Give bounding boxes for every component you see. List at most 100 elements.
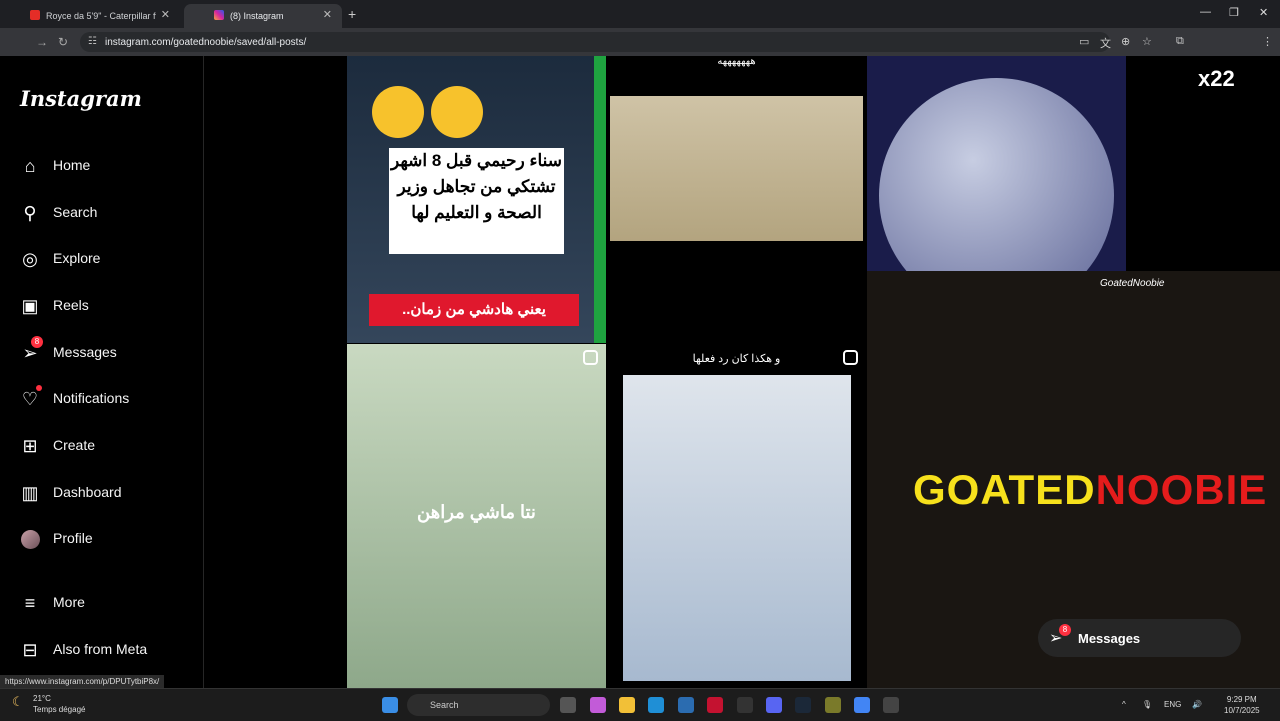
chrome-icon[interactable] (854, 697, 870, 713)
tab-title: Royce da 5'9" - Caterpillar ft. Em (46, 11, 156, 21)
saved-post-4[interactable]: نتا ماشي مراهن (347, 344, 606, 688)
tab-youtube[interactable]: Royce da 5'9" - Caterpillar ft. Em ✕ (0, 4, 180, 28)
close-tab-icon[interactable]: ✕ (323, 8, 332, 21)
discord-icon[interactable] (766, 697, 782, 713)
file-explorer-icon[interactable] (619, 697, 635, 713)
sub-count: x22 (1198, 66, 1235, 91)
nav-messages[interactable]: ➢ 8 Messages (0, 334, 203, 370)
url-text: instagram.com/goatednoobie/saved/all-pos… (105, 37, 307, 48)
reload-icon[interactable]: ↻ (58, 35, 68, 49)
obs-icon[interactable] (737, 697, 753, 713)
edge-icon[interactable] (648, 697, 664, 713)
nav-label: Search (53, 204, 98, 220)
hushed-face-emoji (431, 86, 483, 138)
chart-icon: ▥ (21, 482, 39, 503)
saved-post-1[interactable]: سناء رحيمي قبل 8 اشهر تشتكي من تجاهل وزي… (347, 56, 606, 343)
nav-dashboard[interactable]: ▥ Dashboard (0, 474, 203, 510)
nav-more[interactable]: ≡ More (0, 584, 203, 620)
home-icon: ⌂ (24, 155, 36, 176)
notification-dot (36, 385, 42, 391)
forward-icon[interactable]: → (36, 35, 48, 49)
tab-instagram[interactable]: (8) Instagram ✕ (184, 4, 342, 28)
close-tab-icon[interactable]: ✕ (161, 8, 170, 21)
heart-icon: ♡ (21, 388, 39, 409)
nav-label: Messages (53, 344, 117, 360)
messages-badge: 8 (1059, 624, 1071, 636)
tab-title: (8) Instagram (230, 11, 284, 21)
clock[interactable]: 9:29 PM 10/7/2025 (1224, 694, 1260, 716)
saved-post-5[interactable]: و هكذا كان رد فعلها (607, 344, 866, 688)
nav-home[interactable]: ⌂ Home (0, 147, 203, 183)
nav-label: Also from Meta (53, 641, 148, 657)
reel-icon (843, 350, 858, 365)
browser-tab-bar: Royce da 5'9" - Caterpillar ft. Em ✕ (8)… (0, 0, 1280, 28)
extensions-icon[interactable]: ⧉ (1176, 35, 1184, 48)
messages-badge: 8 (31, 336, 43, 348)
address-bar-row: → ↻ ☷ instagram.com/goatednoobie/saved/a… (0, 28, 1280, 56)
tray-chevron-icon[interactable]: ^ (1122, 700, 1126, 709)
temperature: 21°C (33, 694, 51, 703)
nav-label: Profile (53, 530, 93, 546)
minimize-icon[interactable]: — (1200, 6, 1211, 18)
search-label: Search (430, 700, 459, 710)
globe-thumbnail (879, 78, 1114, 271)
nav-search[interactable]: ⚲ Search (0, 194, 203, 230)
close-window-icon[interactable]: ✕ (1259, 6, 1268, 19)
nav-create[interactable]: ⊞ Create (0, 427, 203, 463)
menu-dots-icon[interactable]: ⋮ (1262, 35, 1273, 48)
instagram-icon (214, 10, 224, 20)
nav-notifications[interactable]: ♡ Notifications (0, 380, 203, 416)
weather-widget[interactable]: ☾ 21°C Temps dégagé (12, 694, 85, 714)
date: 10/7/2025 (1224, 706, 1260, 715)
instagram-sidebar: Instagram ⌂ Home ⚲ Search ◎ Explore ▣ Re… (0, 56, 204, 688)
microphone-icon[interactable]: 🎙 (1142, 700, 1152, 709)
saved-post-3[interactable] (867, 56, 1126, 271)
app-icon[interactable] (883, 697, 899, 713)
weather-desc: Temps dégagé (33, 705, 86, 714)
steam-icon[interactable] (795, 697, 811, 713)
youtube-icon (30, 10, 40, 20)
site-info-icon[interactable]: ☷ (88, 36, 97, 47)
reel-icon (583, 350, 598, 365)
volume-icon[interactable]: 🔊 (1192, 700, 1202, 709)
taskbar-search[interactable]: Search (407, 694, 550, 716)
language-indicator[interactable]: ENG (1164, 700, 1181, 709)
copilot-icon[interactable] (590, 697, 606, 713)
post-caption-bar: يعني هادشي من زمان.. (369, 294, 579, 326)
plus-square-icon: ⊞ (22, 435, 38, 456)
app-icon[interactable] (707, 697, 723, 713)
compass-icon: ◎ (22, 248, 38, 269)
cast-icon[interactable]: ▭ (1079, 35, 1089, 48)
nav-label: Explore (53, 250, 101, 266)
hamburger-menu-icon: ≡ (24, 592, 36, 613)
windows-taskbar: ☾ 21°C Temps dégagé Search ^ 🎙 ENG 🔊 9:2… (0, 688, 1280, 721)
taekwondo-kid-thumbnail (623, 375, 851, 681)
post-caption-box: سناء رحيمي قبل 8 اشهر تشتكي من تجاهل وزي… (389, 148, 564, 254)
messages-popup-button[interactable]: ➢ 8 Messages (1038, 619, 1241, 657)
saved-post-2[interactable]: هههههههه (607, 56, 866, 343)
instagram-logo[interactable]: Instagram (20, 86, 142, 111)
nav-explore[interactable]: ◎ Explore (0, 240, 203, 276)
nav-reels[interactable]: ▣ Reels (0, 287, 203, 323)
nav-also-from-meta[interactable]: ⊟ Also from Meta (0, 631, 203, 667)
address-bar[interactable]: ☷ instagram.com/goatednoobie/saved/all-p… (80, 32, 1110, 52)
bookmark-star-icon[interactable]: ☆ (1142, 35, 1152, 48)
status-bar-url: https://www.instagram.com/p/DPUTytbiP8x/ (0, 675, 165, 688)
sweat-smile-emoji (372, 86, 424, 138)
parliament-video-thumbnail (610, 96, 863, 241)
store-icon[interactable] (678, 697, 694, 713)
green-border (594, 56, 606, 343)
task-view-icon[interactable] (560, 697, 576, 713)
nav-profile[interactable]: Profile (0, 520, 203, 556)
windows-start-icon[interactable] (382, 697, 398, 713)
stream-brand: GOATEDNOOBIE (913, 466, 1267, 514)
nav-label: Notifications (53, 390, 130, 406)
avatar (19, 528, 41, 550)
zoom-icon[interactable]: ⊕ (1121, 35, 1130, 48)
new-tab-icon[interactable]: + (348, 6, 356, 22)
translate-icon[interactable]: 文 (1100, 35, 1111, 51)
brand-part-a: GOATED (913, 466, 1096, 513)
maximize-icon[interactable]: ❐ (1229, 6, 1239, 19)
messages-label: Messages (1078, 631, 1141, 646)
app-icon[interactable] (825, 697, 841, 713)
